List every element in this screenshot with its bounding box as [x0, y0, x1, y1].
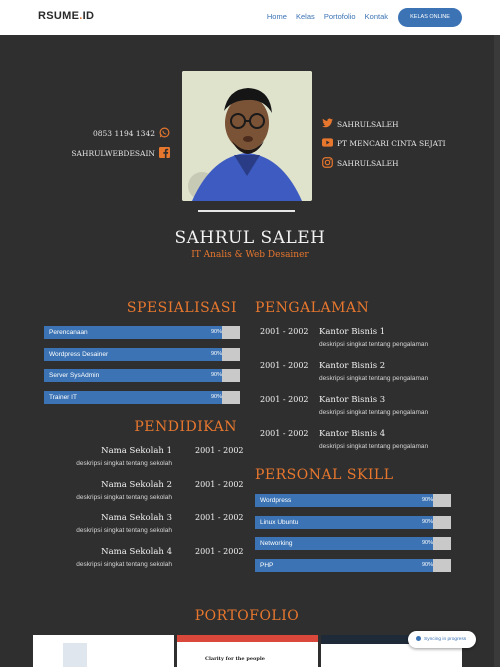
skill-bar-label: Wordpress: [260, 497, 292, 504]
sync-icon: [416, 636, 421, 642]
experience-desc: deskripsi singkat tentang pengalaman: [319, 409, 429, 416]
skill-bar-label: Networking: [260, 540, 293, 547]
skill-bar-label: Trainer IT: [49, 393, 77, 401]
education-date: 2001 - 2002: [195, 513, 244, 522]
profile-role: IT Analis & Web Desainer: [191, 250, 309, 260]
section-title-pengalaman: PENGALAMAN: [255, 300, 370, 316]
education-desc: deskripsi singkat tentang sekolah: [76, 527, 172, 534]
profile-name: SAHRUL SALEH: [174, 228, 326, 248]
skill-bar: Perencanaan 90%: [44, 326, 240, 339]
section-title-portofolio: PORTOFOLIO: [194, 608, 300, 624]
thumb-headline: Clarity for the people: [205, 656, 265, 662]
name-divider: [198, 210, 295, 212]
education-title: Nama Sekolah 4: [101, 546, 172, 557]
education-date: 2001 - 2002: [195, 446, 244, 455]
education-desc: deskripsi singkat tentang sekolah: [76, 560, 172, 568]
skill-bar-percent: 90%: [211, 350, 223, 357]
skill-bar-label: Wordpress Desainer: [49, 350, 109, 358]
kelas-online-button[interactable]: KELAS ONLINE: [398, 8, 462, 27]
contact-instagram[interactable]: SAHRULSALEH: [322, 157, 399, 170]
nav-link-portofolio[interactable]: Portofolio: [324, 12, 356, 21]
nav-link-home[interactable]: Home: [267, 12, 287, 21]
skill-bar-percent: 90%: [422, 497, 434, 503]
youtube-channel: PT MENCARI CINTA SEJATI: [337, 139, 446, 148]
skill-bar-percent: 90%: [211, 329, 223, 335]
instagram-icon: [322, 157, 333, 170]
education-title: Nama Sekolah 1: [101, 446, 172, 456]
whatsapp-icon: [159, 127, 170, 140]
skill-bar: Linux Ubuntu 90%: [255, 515, 451, 529]
contact-facebook[interactable]: SAHRULWEBDESAIN: [71, 147, 170, 160]
logo-text: RSUME: [38, 10, 80, 22]
thumb-header-bar: [177, 635, 318, 642]
nav-links: Home Kelas Portofolio Kontak: [260, 12, 388, 21]
skill-bar-percent: 90%: [211, 372, 223, 378]
education-date: 2001 - 2002: [195, 546, 244, 556]
navbar: RSUME.ID Home Kelas Portofolio Kontak KE…: [0, 0, 500, 35]
site-logo[interactable]: RSUME.ID: [38, 10, 94, 22]
section-title-pendidikan: PENDIDIKAN: [134, 419, 237, 435]
skill-bar-percent: 90%: [422, 518, 434, 525]
nav-link-kelas[interactable]: Kelas: [296, 12, 315, 21]
portfolio-thumb-2[interactable]: Clarity for the people: [177, 635, 318, 667]
skill-bar-label: Linux Ubuntu: [260, 518, 299, 526]
youtube-icon: [322, 138, 333, 149]
skill-bar-label: PHP: [260, 561, 274, 569]
experience-date: 2001 - 2002: [260, 395, 309, 404]
education-desc: deskripsi singkat tentang sekolah: [76, 493, 172, 501]
facebook-handle: SAHRULWEBDESAIN: [71, 149, 155, 158]
profile-photo: [182, 71, 312, 201]
skill-bar: Server SysAdmin 90%: [44, 369, 240, 382]
section-title-spesialisasi: SPESIALISASI: [126, 300, 237, 316]
education-desc: deskripsi singkat tentang sekolah: [76, 460, 172, 467]
contact-phone[interactable]: 0853 1194 1342: [93, 127, 170, 140]
scrollbar[interactable]: [494, 35, 500, 667]
experience-title: Kantor Bisnis 2: [319, 361, 386, 371]
experience-date: 2001 - 2002: [260, 429, 309, 438]
phone-number: 0853 1194 1342: [92, 129, 155, 138]
experience-title: Kantor Bisnis 4: [319, 429, 386, 439]
portfolio-thumb-1[interactable]: [33, 635, 174, 667]
sync-status-text: Syncing in progress: [424, 637, 467, 642]
experience-title: Kantor Bisnis 3: [319, 395, 386, 405]
experience-desc: deskripsi singkat tentang pengalaman: [319, 341, 429, 348]
education-title: Nama Sekolah 2: [101, 479, 172, 490]
nav-link-kontak[interactable]: Kontak: [365, 12, 388, 21]
logo-suffix: ID: [82, 10, 95, 22]
thumb-image: [63, 643, 87, 667]
experience-date: 2001 - 2002: [260, 327, 309, 336]
instagram-handle: SAHRULSALEH: [337, 159, 399, 168]
sync-status-toast[interactable]: Syncing in progress: [408, 631, 476, 648]
experience-desc: deskripsi singkat tentang pengalaman: [319, 375, 429, 382]
skill-bar-fill: [255, 558, 433, 572]
experience-desc: deskripsi singkat tentang pengalaman: [319, 443, 429, 450]
twitter-handle: SAHRULSALEH: [337, 119, 399, 129]
skill-bar-percent: 90%: [422, 540, 434, 546]
skill-bar: Networking 90%: [255, 537, 451, 550]
experience-title: Kantor Bisnis 1: [319, 327, 386, 337]
skill-bar: Trainer IT 90%: [44, 390, 240, 404]
skill-bar: Wordpress Desainer 90%: [44, 347, 240, 361]
education-date: 2001 - 2002: [195, 479, 244, 489]
skill-bar-percent: 90%: [211, 393, 223, 400]
skill-bar: PHP 90%: [255, 558, 451, 572]
skill-bar-label: Perencanaan: [49, 329, 88, 336]
facebook-icon: [159, 147, 170, 160]
experience-date: 2001 - 2002: [260, 361, 309, 370]
contact-twitter[interactable]: SAHRULSALEH: [322, 118, 399, 130]
skill-bar-percent: 90%: [422, 561, 434, 568]
education-title: Nama Sekolah 3: [101, 513, 172, 523]
skill-bar-label: Server SysAdmin: [49, 372, 100, 379]
section-title-personal-skill: PERSONAL SKILL: [255, 467, 394, 483]
twitter-icon: [322, 118, 333, 130]
skill-bar: Wordpress 90%: [255, 494, 451, 507]
contact-youtube[interactable]: PT MENCARI CINTA SEJATI: [322, 138, 446, 149]
